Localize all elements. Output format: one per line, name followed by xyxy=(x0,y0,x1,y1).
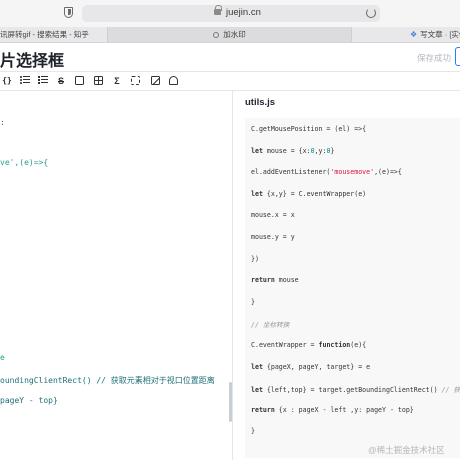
browser-tab[interactable]: ❖写文章 · [实例 xyxy=(410,27,460,42)
code-token: C.eventWrapper = xyxy=(251,341,319,349)
tab-label: 写文章 · [实例 xyxy=(420,30,460,39)
code-line: let {x,y} = C.eventWrapper(e) xyxy=(251,190,366,198)
code-string: 'mousemove' xyxy=(330,168,375,177)
code-line: let {left,top} = target.getBoundingClien… xyxy=(251,384,460,394)
code-token: mouse.x = x xyxy=(251,211,295,220)
code-line: el.addEventListener('mousemove',(e)=>{ xyxy=(251,168,402,176)
code-keyword: let xyxy=(251,362,263,371)
alert-icon[interactable] xyxy=(167,75,179,87)
code-keyword: return xyxy=(251,405,275,414)
globe-icon xyxy=(213,32,220,38)
code-keyword: function xyxy=(318,341,351,349)
code-line: ve',(e)=>{ xyxy=(0,158,49,167)
code-token: el.addEventListener( xyxy=(251,168,331,177)
code-comment: // 坐标转换 xyxy=(251,321,290,330)
code-token: } xyxy=(330,146,335,155)
code-line: let {pageX, pageY, target} = e xyxy=(251,363,370,371)
code-token: {pageX, pageY, target} = e xyxy=(262,362,371,371)
code-line: oundingClientRect() // 获取元素相对于视口位置距离 xyxy=(0,376,215,385)
code-line: C.eventWrapper = function(e){ xyxy=(251,341,366,349)
code-token: {x : pageX - left ,y: pageY - top} xyxy=(274,405,414,414)
shield-icon[interactable] xyxy=(64,7,73,18)
code-block-icon[interactable]: {} xyxy=(1,75,13,87)
code-token: mouse xyxy=(274,276,299,285)
markdown-editor[interactable]: : ve',(e)=>{ e oundingClientRect() // 获取… xyxy=(0,91,230,460)
task-list-icon[interactable] xyxy=(73,75,85,87)
juejin-logo-icon: ❖ xyxy=(410,30,418,39)
code-line: return {x : pageX - left ,y: pageY - top… xyxy=(251,406,414,414)
tab-label: 加水印 xyxy=(223,30,246,39)
grid-icon[interactable] xyxy=(129,75,141,87)
code-line: C.getMousePosition = (el) =>{ xyxy=(251,125,366,133)
browser-tab-bar: 讯屏转gif - 搜索结果 - 知乎 加水印 ❖写文章 · [实例 xyxy=(0,27,460,43)
lock-icon xyxy=(214,5,222,15)
code-token: } xyxy=(251,427,255,436)
code-line: e xyxy=(0,353,5,362)
browser-tab[interactable]: 讯屏转gif - 搜索结果 - 知乎 xyxy=(0,27,107,42)
address-field[interactable]: juejin.cn xyxy=(82,5,380,22)
code-token: } xyxy=(251,297,255,306)
tab-label: 讯屏转gif - 搜索结果 - 知乎 xyxy=(0,30,89,39)
unordered-list-icon[interactable] xyxy=(19,75,31,87)
code-comment: // 获取元素 xyxy=(441,386,460,395)
code-line: pageY - top} xyxy=(0,396,58,405)
code-keyword: return xyxy=(251,276,275,285)
save-status: 保存成功 xyxy=(417,53,452,63)
code-token: ,(e)=>{ xyxy=(374,168,402,177)
code-line: } xyxy=(251,427,255,435)
ordered-list-icon[interactable] xyxy=(37,75,49,87)
preview-code-block: C.getMousePosition = (el) =>{ let mouse =… xyxy=(245,118,460,458)
code-line: // 坐标转换 xyxy=(251,319,289,329)
code-line: let mouse = {x:0,y:0} xyxy=(251,147,334,155)
code-line: } xyxy=(251,298,255,306)
code-keyword: let xyxy=(251,386,263,395)
code-keyword: let xyxy=(251,189,263,198)
publish-button[interactable] xyxy=(455,47,460,66)
code-line: return mouse xyxy=(251,276,299,284)
watermark: @稀土掘金技术社区 xyxy=(368,445,445,455)
code-line: }) xyxy=(251,255,259,263)
code-token: mouse = {x: xyxy=(262,146,311,155)
code-keyword: let xyxy=(251,146,263,155)
table-icon[interactable] xyxy=(92,75,104,87)
code-line: mouse.x = x xyxy=(251,211,295,219)
code-line: : xyxy=(0,118,5,127)
editor-toolbar: {} S Σ xyxy=(0,71,460,91)
code-token: {left,top} = target.getBoundingClientRec… xyxy=(262,386,442,395)
browser-tab-active[interactable]: 加水印 xyxy=(107,27,352,42)
code-token: C.getMousePosition = (el) =>{ xyxy=(251,125,367,133)
code-line: mouse.y = y xyxy=(251,233,295,241)
strikethrough-icon[interactable]: S xyxy=(55,75,67,87)
formula-icon[interactable]: Σ xyxy=(111,75,123,87)
article-title-input[interactable]: 片选择框 xyxy=(0,47,64,71)
browser-url-bar: juejin.cn xyxy=(0,0,460,27)
code-token: (e){ xyxy=(350,341,367,349)
image-icon[interactable] xyxy=(149,75,161,87)
code-token: {x,y} = C.eventWrapper(e) xyxy=(262,189,367,198)
code-token: ,y: xyxy=(314,146,327,155)
preview-heading: utils.js xyxy=(245,97,276,108)
reload-icon[interactable] xyxy=(366,8,376,18)
code-token: mouse.y = y xyxy=(251,233,295,241)
url-text: juejin.cn xyxy=(226,7,261,18)
markdown-preview: utils.js C.getMousePosition = (el) =>{ le… xyxy=(233,91,460,460)
code-token: }) xyxy=(251,254,259,263)
